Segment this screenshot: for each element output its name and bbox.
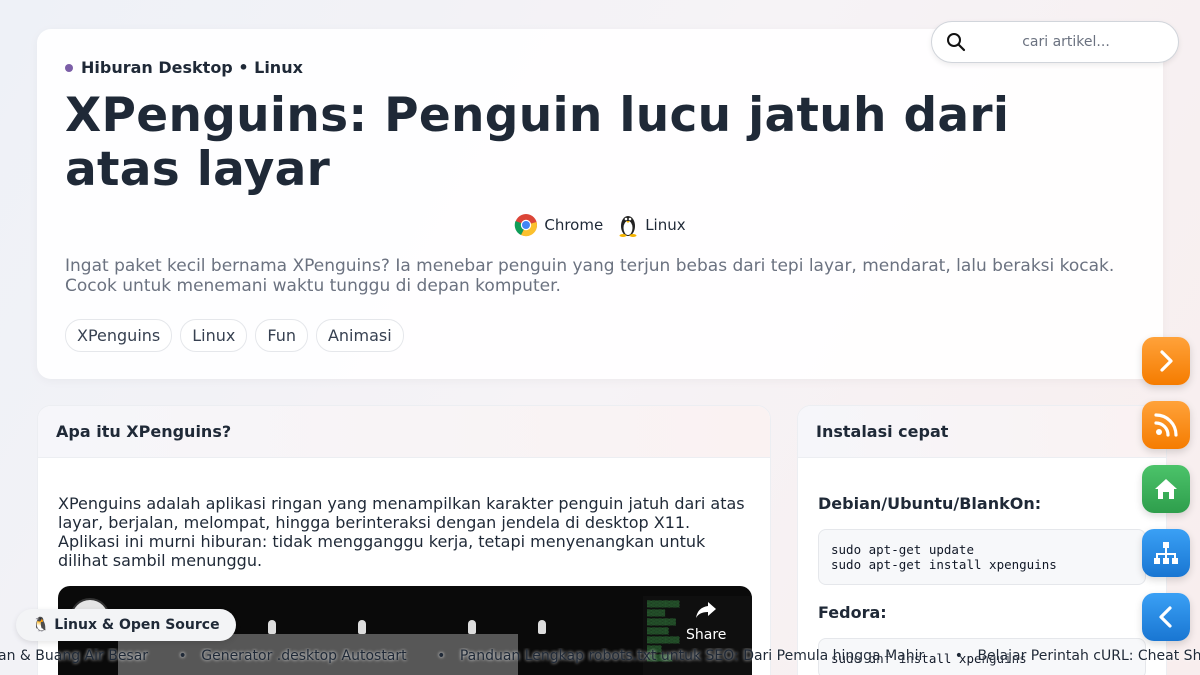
chrome-icon <box>515 214 538 237</box>
tux-icon <box>619 216 637 237</box>
page-title: XPenguins: Penguin lucu jatuh dari atas … <box>65 88 1010 197</box>
back-icon <box>1159 606 1172 628</box>
install-debian-heading: Debian/Ubuntu/BlankOn: <box>818 494 1042 513</box>
next-icon <box>1160 350 1173 372</box>
tag-chip[interactable]: Animasi <box>315 319 404 352</box>
install-card-heading: Instalasi cepat <box>798 406 1166 458</box>
platform-list: Chrome Linux <box>37 213 1163 237</box>
sitemap-icon <box>1154 542 1178 564</box>
ticker-item[interactable]: Belajar Perintah cURL: Cheat Sheet Le <box>977 648 1200 664</box>
tag-chip[interactable]: Fun <box>255 319 308 352</box>
tag-list: XPenguins Linux Fun Animasi <box>65 319 404 352</box>
sitemap-button[interactable] <box>1142 529 1190 577</box>
platform-chrome-label: Chrome <box>544 216 604 234</box>
breadcrumb-text[interactable]: Hiburan Desktop • Linux <box>81 58 303 77</box>
search-input[interactable] <box>976 34 1156 50</box>
install-debian-code[interactable]: sudo apt-get update sudo apt-get install… <box>818 529 1146 585</box>
penguin-sprite <box>358 620 366 634</box>
breadcrumb-dot-icon <box>65 63 73 72</box>
tag-chip[interactable]: XPenguins <box>65 319 173 352</box>
ticker-item[interactable]: Generator .desktop Autostart <box>201 648 406 664</box>
lead-paragraph: Ingat paket kecil bernama XPenguins? Ia … <box>65 256 1115 296</box>
platform-linux-label: Linux <box>645 216 686 234</box>
video-share-button[interactable]: Share <box>686 600 726 645</box>
penguin-sprite <box>538 620 546 634</box>
video-share-label: Share <box>686 627 727 643</box>
platform-chrome: Chrome <box>514 213 603 237</box>
about-paragraph: XPenguins adalah aplikasi ringan yang me… <box>58 494 745 570</box>
ticker-item[interactable]: an & Buang Air Besar <box>0 648 148 664</box>
search-icon <box>947 33 966 52</box>
breadcrumb: Hiburan Desktop • Linux <box>65 58 303 77</box>
ticker-item[interactable]: Panduan Lengkap robots.txt untuk SEO: Da… <box>460 648 924 664</box>
search-box[interactable] <box>931 21 1179 63</box>
tag-chip[interactable]: Linux <box>180 319 248 352</box>
ticker-bullet: • <box>178 648 187 664</box>
penguin-sprite <box>468 620 476 634</box>
ticker-bullet: • <box>954 648 963 664</box>
category-badge[interactable]: 🐧 Linux & Open Source <box>16 609 236 641</box>
article-ticker: an & Buang Air Besar • Generator .deskto… <box>0 648 1200 668</box>
penguin-sprite <box>268 620 276 634</box>
hero-card: Hiburan Desktop • Linux XPenguins: Pengu… <box>37 29 1163 379</box>
about-card-heading: Apa itu XPenguins? <box>38 406 770 458</box>
rss-feed-button[interactable] <box>1142 401 1190 449</box>
next-article-button[interactable] <box>1142 337 1190 385</box>
rss-icon <box>1154 413 1178 437</box>
install-card: Instalasi cepat Debian/Ubuntu/BlankOn: s… <box>797 405 1167 675</box>
install-fedora-heading: Fedora: <box>818 603 887 622</box>
ticker-bullet: • <box>437 648 446 664</box>
home-button[interactable] <box>1142 465 1190 513</box>
platform-linux: Linux <box>617 213 686 237</box>
home-icon <box>1155 479 1177 499</box>
share-icon <box>696 602 717 618</box>
back-button[interactable] <box>1142 593 1190 641</box>
